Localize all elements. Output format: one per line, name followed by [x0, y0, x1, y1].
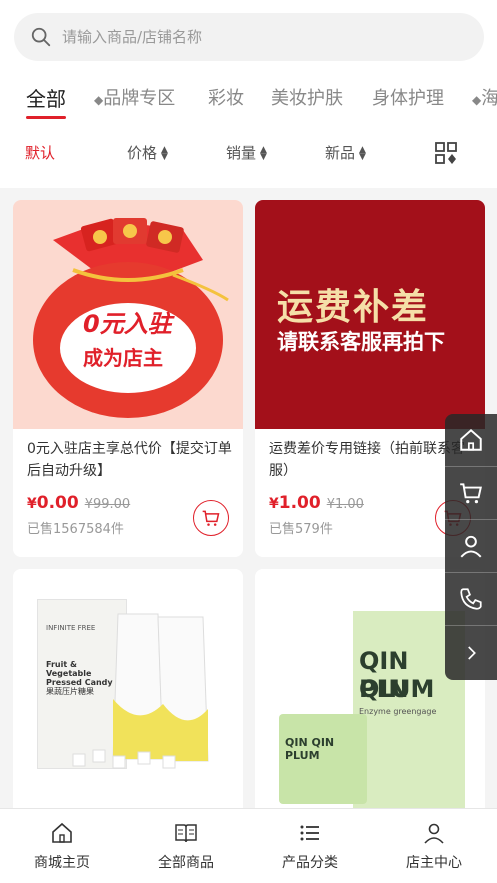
product-title: 0元入驻店主享总代价【提交订单后自动升级】	[27, 441, 232, 479]
search-bar[interactable]	[14, 13, 484, 61]
tab-body-care[interactable]: 身体护理	[372, 84, 444, 110]
tab-all-products[interactable]: 全部商品	[124, 809, 248, 883]
sort-default[interactable]: 默认	[25, 142, 55, 163]
product-price: ¥0.00 ¥99.00	[27, 493, 131, 513]
home-icon	[460, 428, 482, 451]
float-phone-button[interactable]	[445, 573, 497, 626]
tab-label: 商城主页	[34, 855, 90, 871]
tab-skincare[interactable]: 美妆护肤	[271, 84, 343, 110]
product-card[interactable]: 0元入驻 成为店主 0元入驻店主享总代价【提交订单后自动升级】 ¥0.00 ¥99…	[13, 200, 243, 557]
active-tab-indicator	[26, 116, 66, 119]
tab-all[interactable]: 全部	[26, 83, 66, 112]
product-image: INFINITE FREE Fruit & Vegetable Pressed …	[13, 569, 243, 798]
list-icon	[300, 825, 319, 841]
grid-view-icon[interactable]	[435, 142, 457, 164]
cart-icon	[202, 510, 220, 526]
tab-makeup[interactable]: 彩妆	[208, 84, 244, 110]
banner-line-2: 请联系客服再拍下	[277, 330, 445, 354]
tab-mall-home[interactable]: 商城主页	[0, 809, 124, 883]
product-name-en-2: PLUM	[359, 675, 435, 703]
user-icon	[460, 535, 482, 558]
tab-owner-center[interactable]: 店主中心	[372, 809, 496, 883]
floating-action-bar	[445, 414, 497, 680]
category-tabs: 全部 ◆品牌专区 彩妆 美妆护肤 身体护理 ◆海	[0, 78, 497, 122]
original-price: ¥1.00	[326, 497, 364, 512]
bottom-tab-bar: 商城主页 全部商品 产品分类 店主中心	[0, 808, 497, 883]
sort-caret-icon: ▲ ▼	[161, 144, 168, 162]
product-subtitle: Enzyme greengage	[359, 707, 437, 716]
tab-label: 全部商品	[158, 855, 214, 871]
product-brand: INFINITE FREE	[46, 624, 96, 632]
chevron-right-icon	[468, 645, 476, 660]
float-home-button[interactable]	[445, 414, 497, 467]
float-user-button[interactable]	[445, 520, 497, 573]
tab-overseas[interactable]: ◆海	[472, 84, 497, 110]
book-icon	[175, 824, 197, 843]
tab-label: 产品分类	[282, 855, 338, 871]
sort-sales[interactable]: 销量 ▲ ▼	[226, 142, 267, 163]
product-image: 0元入驻 成为店主	[13, 200, 243, 429]
tab-label: 店主中心	[406, 855, 462, 871]
product-sachet: QIN QIN PLUM	[279, 714, 367, 804]
float-expand-button[interactable]	[445, 626, 497, 679]
product-name-cn: 果蔬压片糖果	[46, 687, 94, 696]
search-icon	[31, 27, 51, 47]
sort-bar: 默认 价格 ▲ ▼ 销量 ▲ ▼ 新品 ▲ ▼	[0, 130, 497, 176]
sold-count: 已售579件	[269, 522, 333, 537]
sort-newest[interactable]: 新品 ▲ ▼	[325, 142, 366, 163]
sort-caret-icon: ▲ ▼	[260, 144, 267, 162]
banner-line-1: 运费补差	[277, 287, 430, 328]
sort-caret-icon: ▲ ▼	[359, 144, 366, 162]
add-to-cart-button[interactable]	[193, 500, 229, 536]
product-image: 运费补差 请联系客服再拍下	[255, 200, 485, 429]
banner-line-2: 成为店主	[83, 346, 163, 370]
banner-line-1: 0元入驻	[83, 310, 172, 338]
phone-icon	[460, 588, 482, 610]
sold-count: 已售1567584件	[27, 522, 124, 537]
sort-price[interactable]: 价格 ▲ ▼	[127, 142, 168, 163]
original-price: ¥99.00	[84, 497, 131, 512]
search-input[interactable]	[62, 28, 442, 46]
tab-brand-zone[interactable]: ◆品牌专区	[94, 84, 175, 110]
tab-categories[interactable]: 产品分类	[248, 809, 372, 883]
product-price: ¥1.00 ¥1.00	[269, 493, 364, 513]
float-cart-button[interactable]	[445, 467, 497, 520]
home-icon	[52, 822, 72, 843]
cart-icon	[460, 483, 482, 504]
product-card[interactable]: INFINITE FREE Fruit & Vegetable Pressed …	[13, 569, 243, 829]
header: 全部 ◆品牌专区 彩妆 美妆护肤 身体护理 ◆海 默认 价格▲▼ 销量▲▼ 新品…	[0, 0, 497, 188]
user-icon	[424, 823, 444, 844]
